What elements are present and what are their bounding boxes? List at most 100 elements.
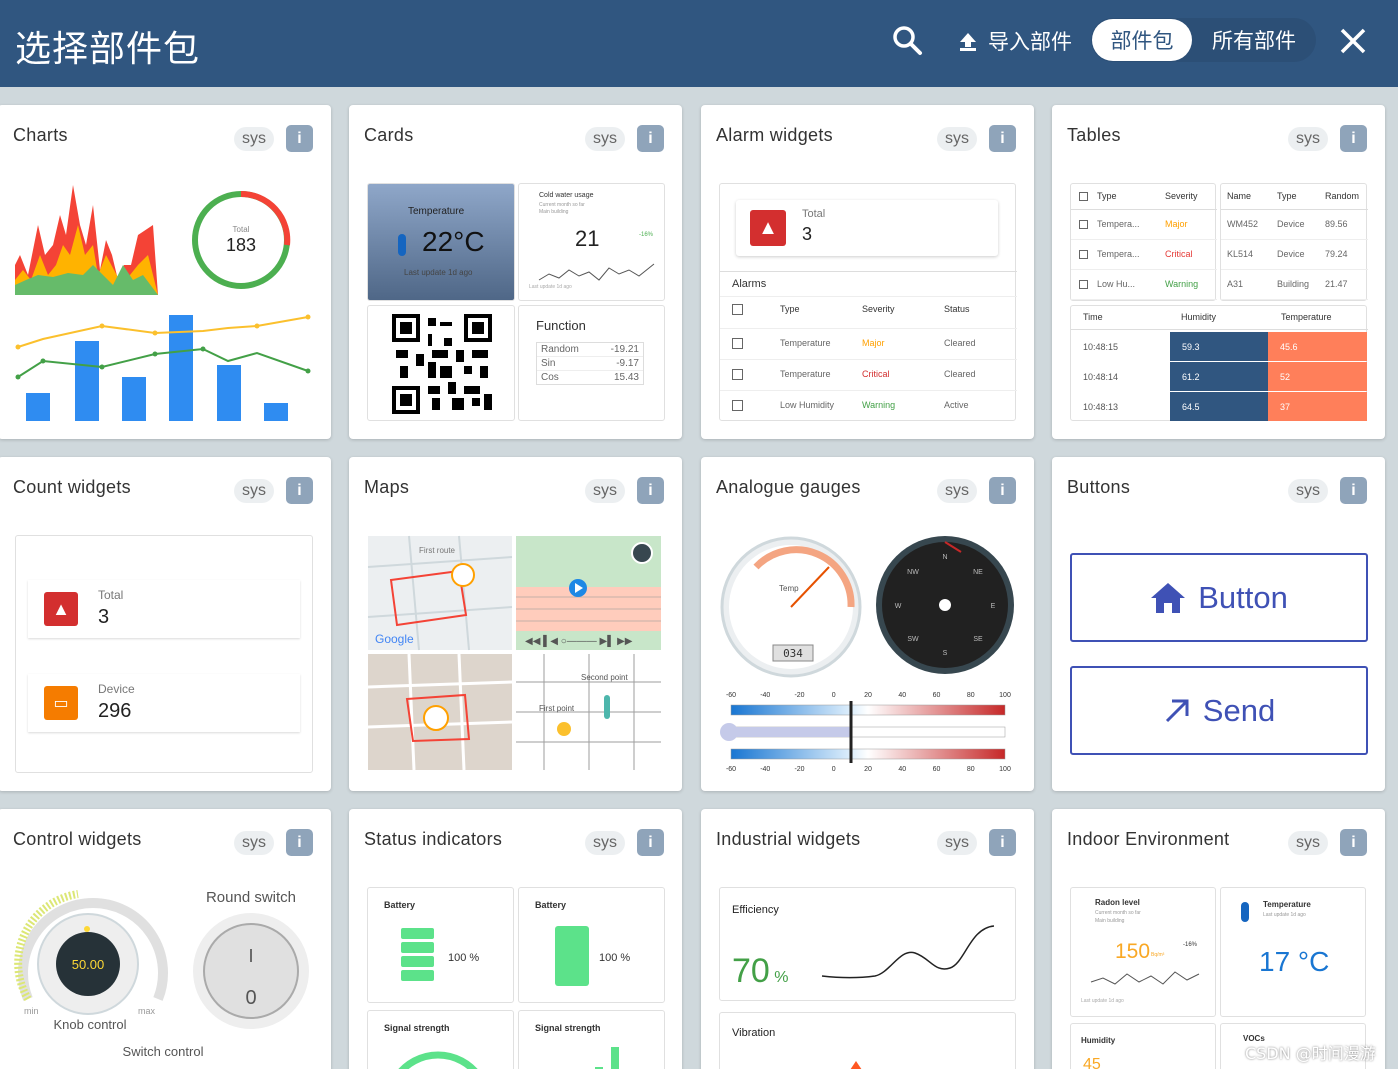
cell: Device xyxy=(1277,219,1305,229)
button-preview[interactable]: Button xyxy=(1070,553,1368,642)
alarm-row[interactable]: Temperature Major Cleared xyxy=(720,328,1017,358)
page-title: 选择部件包 xyxy=(15,29,201,70)
button-label: Button xyxy=(1198,579,1288,615)
info-icon[interactable]: i xyxy=(1340,125,1367,152)
bundle-card-control-widgets[interactable]: Control widgets sys i 50.00 min max Knob… xyxy=(0,809,331,1069)
signal-label: Signal strength xyxy=(535,1023,601,1033)
bundle-card-tables[interactable]: Tables sys i Type Severity Tempera... Major… xyxy=(1052,105,1385,439)
water-value: 21 xyxy=(575,226,600,251)
close-icon[interactable] xyxy=(1338,26,1368,56)
cell: 64.5 xyxy=(1170,392,1268,421)
info-icon[interactable]: i xyxy=(989,829,1016,856)
bundle-card-maps[interactable]: Maps sys i First route Google ◀◀ ▌◀ ○———… xyxy=(349,457,682,791)
checkbox[interactable] xyxy=(732,400,743,411)
radon-footer: Last update 1d ago xyxy=(1081,998,1124,1004)
bundle-card-count-widgets[interactable]: Count widgets sys i ▲ Total 3 ▭ Device 2… xyxy=(0,457,331,791)
scale-tick-label: 20 xyxy=(864,692,872,699)
checkbox[interactable] xyxy=(1079,280,1088,289)
checkbox[interactable] xyxy=(732,369,743,380)
alarm-row[interactable]: Low Humidity Warning Active xyxy=(720,390,1017,420)
table-row[interactable]: 10:48:13 64.5 37 xyxy=(1071,392,1368,421)
checkbox[interactable] xyxy=(732,304,743,315)
alarm-row[interactable]: Temperature Critical Cleared xyxy=(720,359,1017,389)
row-value: -19.21 xyxy=(610,344,639,355)
table-row[interactable]: WM452 Device 89.56 xyxy=(1221,210,1368,240)
cell: 37 xyxy=(1268,392,1367,421)
table-row[interactable]: 10:48:14 61.2 52 xyxy=(1071,362,1368,391)
table-row[interactable]: KL514 Device 79.24 xyxy=(1221,240,1368,270)
toggle-bundles[interactable]: 部件包 xyxy=(1092,19,1192,61)
switch-off-mark: 0 xyxy=(245,987,256,1009)
info-icon[interactable]: i xyxy=(1340,829,1367,856)
info-icon[interactable]: i xyxy=(637,829,664,856)
donut-label: Total xyxy=(233,225,250,234)
checkbox[interactable] xyxy=(1079,192,1088,201)
bundle-card-charts[interactable]: Charts sys i Total 183 xyxy=(0,105,331,439)
table-row[interactable]: Low Hu... Warning xyxy=(1071,270,1217,300)
alarm-severity: Major xyxy=(862,338,885,348)
bundle-card-alarm-widgets[interactable]: Alarm widgets sys i ▲ Total 3 Alarms Typ… xyxy=(701,105,1034,439)
table-row[interactable]: 10:48:15 59.3 45.6 xyxy=(1071,332,1368,361)
table-row[interactable]: A31 Building 21.47 xyxy=(1221,270,1368,300)
send-button-preview[interactable]: Send xyxy=(1070,666,1368,755)
function-row: Cos 15.43 xyxy=(537,371,643,384)
checkbox[interactable] xyxy=(1079,250,1088,259)
first-route-label: First route xyxy=(419,546,456,555)
header-status[interactable]: Status xyxy=(944,304,970,314)
card-title: Industrial widgets xyxy=(716,829,861,849)
col-header[interactable]: Humidity xyxy=(1181,312,1216,322)
table-header: Time Humidity Temperature xyxy=(1071,306,1368,330)
bundle-card-industrial-widgets[interactable]: Industrial widgets sys i Efficiency 70 %… xyxy=(701,809,1034,1069)
info-icon[interactable]: i xyxy=(637,125,664,152)
home-icon xyxy=(1150,582,1186,614)
col-header[interactable]: Type xyxy=(1277,191,1297,201)
vibration-preview: Vibration xyxy=(719,1012,1016,1069)
info-icon[interactable]: i xyxy=(1340,477,1367,504)
button-label: Send xyxy=(1202,692,1276,728)
row-label: Sin xyxy=(541,358,556,369)
checkbox[interactable] xyxy=(732,338,743,349)
scale-tick-label: 80 xyxy=(967,766,975,773)
col-header[interactable]: Random xyxy=(1325,191,1359,201)
col-header[interactable]: Temperature xyxy=(1281,312,1332,322)
cell: Critical xyxy=(1165,249,1193,259)
scale-tick-label: 0 xyxy=(832,692,836,699)
header-type[interactable]: Type xyxy=(780,304,800,314)
import-button[interactable]: 导入部件 xyxy=(958,24,1072,58)
signal-bars-icon xyxy=(595,1047,619,1069)
compass-n: N xyxy=(942,554,947,561)
col-header[interactable]: Severity xyxy=(1165,191,1198,201)
bundle-card-status-indicators[interactable]: Status indicators sys i Battery 100 % Ba… xyxy=(349,809,682,1069)
toggle-all-widgets[interactable]: 所有部件 xyxy=(1199,19,1309,61)
table-row[interactable]: Tempera... Major xyxy=(1071,210,1217,240)
scale-tick-label: -60 xyxy=(726,692,736,699)
water-footer: Last update 1d ago xyxy=(529,284,572,290)
col-header[interactable]: Name xyxy=(1227,191,1251,201)
radon-sub1: Current month so far xyxy=(1095,910,1141,916)
compass-sw: SW xyxy=(907,636,919,643)
bundle-card-buttons[interactable]: Buttons sys i Button Send xyxy=(1052,457,1385,791)
search-icon[interactable] xyxy=(891,24,923,56)
vibration-indicator xyxy=(850,1061,862,1069)
info-icon[interactable]: i xyxy=(286,477,313,504)
bundle-card-cards[interactable]: Cards sys i Temperature 22°C Last update… xyxy=(349,105,682,439)
header-severity[interactable]: Severity xyxy=(862,304,895,314)
table-row[interactable]: Tempera... Critical xyxy=(1071,240,1217,270)
table-preview-1: Type Severity Tempera... Major Tempera... Cri… xyxy=(1070,183,1217,301)
bundle-card-indoor-environment[interactable]: Indoor Environment sys i Radon level Cur… xyxy=(1052,809,1385,1069)
bundle-card-analogue-gauges[interactable]: Analogue gauges sys i Temp 034 N NE E SE… xyxy=(701,457,1034,791)
temp-title: Temperature xyxy=(408,206,465,217)
water-title: Cold water usage xyxy=(539,192,594,199)
cell: 79.24 xyxy=(1325,249,1348,259)
cell: 59.3 xyxy=(1170,332,1268,361)
info-icon[interactable]: i xyxy=(989,125,1016,152)
card-title: Cards xyxy=(364,125,414,145)
battery-pct: 100 % xyxy=(448,952,480,964)
count-value: 296 xyxy=(98,700,132,722)
efficiency-sparkline xyxy=(821,925,995,979)
signal-preview-2: Signal strength xyxy=(518,1010,665,1069)
col-header[interactable]: Type xyxy=(1097,191,1117,201)
count-preview: ▲ Total 3 ▭ Device 296 xyxy=(15,535,313,773)
col-header[interactable]: Time xyxy=(1083,312,1103,322)
checkbox[interactable] xyxy=(1079,220,1088,229)
